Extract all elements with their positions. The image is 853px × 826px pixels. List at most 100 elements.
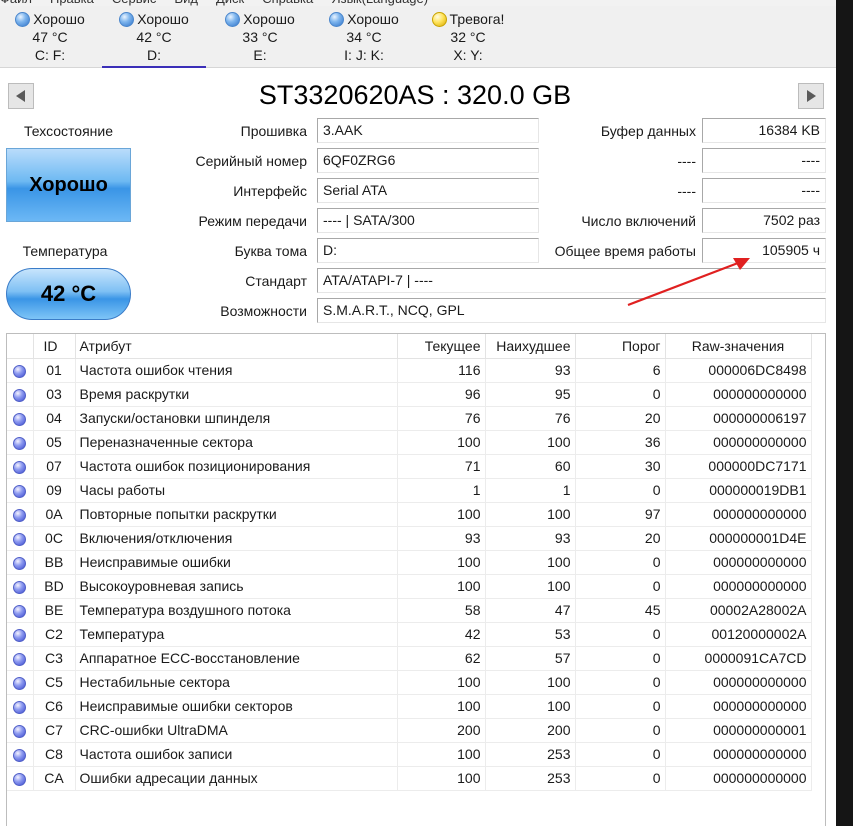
status-dot-icon bbox=[13, 460, 27, 474]
table-row[interactable]: C2 Температура 42 53 0 00120000002A bbox=[7, 622, 812, 647]
attr-current: 62 bbox=[397, 646, 486, 671]
disk-letter: X: Y: bbox=[453, 47, 483, 63]
transfer-mode-label: Режим передачи bbox=[198, 213, 307, 229]
attr-raw: 000000000000 bbox=[665, 742, 812, 767]
transfer-mode-field: ---- | SATA/300 bbox=[317, 208, 539, 233]
attr-id: C8 bbox=[33, 742, 76, 767]
attr-name: Температура воздушного потока bbox=[75, 598, 398, 623]
status-dot-icon bbox=[13, 676, 27, 690]
status-warning-icon bbox=[431, 11, 447, 27]
status-dot-icon bbox=[13, 484, 27, 498]
attr-id: BD bbox=[33, 574, 76, 599]
attr-name: Запуски/остановки шпинделя bbox=[75, 406, 398, 431]
attr-id: C2 bbox=[33, 622, 76, 647]
attr-threshold: 0 bbox=[575, 622, 666, 647]
next-disk-button[interactable] bbox=[798, 83, 824, 109]
disk-tab-3[interactable]: Хорошо 33 °C E: bbox=[210, 10, 310, 68]
crystaldiskinfo-window: ФайлПравкаСервисВидДискСправкаЯзык(Langu… bbox=[0, 0, 853, 826]
attr-threshold: 0 bbox=[575, 382, 666, 407]
status-dot-icon bbox=[13, 652, 27, 666]
status-cell bbox=[7, 742, 34, 767]
header-worst[interactable]: Наихудшее bbox=[485, 334, 576, 359]
attr-worst: 1 bbox=[485, 478, 576, 503]
interface-label: Интерфейс bbox=[233, 183, 307, 199]
attr-name: Частота ошибок чтения bbox=[75, 358, 398, 383]
header-icon bbox=[7, 334, 34, 359]
status-good-icon bbox=[119, 11, 135, 27]
table-row[interactable]: 01 Частота ошибок чтения 116 93 6 000006DC849… bbox=[7, 358, 812, 383]
attr-worst: 100 bbox=[485, 574, 576, 599]
status-dot-icon bbox=[13, 388, 27, 402]
attr-threshold: 36 bbox=[575, 430, 666, 455]
attr-name: Переназначенные сектора bbox=[75, 430, 398, 455]
disk-letter: I: J: K: bbox=[344, 47, 384, 63]
status-cell bbox=[7, 598, 34, 623]
disk-tab-4[interactable]: Хорошо 34 °C I: J: K: bbox=[312, 10, 416, 68]
attr-worst: 93 bbox=[485, 358, 576, 383]
disk-title: ST3320620AS : 320.0 GB bbox=[258, 80, 572, 110]
disk-temp: 34 °C bbox=[346, 29, 382, 45]
attr-worst: 200 bbox=[485, 718, 576, 743]
attr-raw: 000000DC7171 bbox=[665, 454, 812, 479]
attr-current: 96 bbox=[397, 382, 486, 407]
attr-threshold: 0 bbox=[575, 478, 666, 503]
status-dot-icon bbox=[13, 508, 27, 522]
disk-temp: 47 °C bbox=[32, 29, 68, 45]
header-threshold[interactable]: Порог bbox=[575, 334, 666, 359]
attr-raw: 000000000001 bbox=[665, 718, 812, 743]
temperature-button[interactable]: 42 °C bbox=[6, 268, 131, 320]
attr-threshold: 6 bbox=[575, 358, 666, 383]
table-row[interactable]: BB Неисправимые ошибки 100 100 0 000000000000 bbox=[7, 550, 812, 575]
table-row[interactable]: 04 Запуски/остановки шпинделя 76 76 20 000000… bbox=[7, 406, 812, 431]
triangle-right-icon bbox=[807, 90, 816, 102]
header-current[interactable]: Текущее bbox=[397, 334, 486, 359]
annotation-arrow-icon bbox=[627, 258, 750, 307]
table-row[interactable]: C8 Частота ошибок записи 100 253 0 0000000000… bbox=[7, 742, 812, 767]
volume-letter-field: D: bbox=[317, 238, 539, 263]
attr-worst: 100 bbox=[485, 670, 576, 695]
attr-current: 100 bbox=[397, 694, 486, 719]
attr-worst: 47 bbox=[485, 598, 576, 623]
table-row[interactable]: 0A Повторные попытки раскрутки 100 100 97 000… bbox=[7, 502, 812, 527]
header-attribute[interactable]: Атрибут bbox=[75, 334, 398, 359]
status-cell bbox=[7, 574, 34, 599]
table-row[interactable]: 07 Частота ошибок позиционирования 71 60 30 0… bbox=[7, 454, 812, 479]
attr-threshold: 0 bbox=[575, 550, 666, 575]
disk-tab-5[interactable]: Тревога! 32 °C X: Y: bbox=[416, 10, 520, 68]
disk-tab-2[interactable]: Хорошо 42 °C D: bbox=[102, 10, 206, 68]
attr-current: 71 bbox=[397, 454, 486, 479]
attr-current: 200 bbox=[397, 718, 486, 743]
status-cell bbox=[7, 646, 34, 671]
status-dot-icon bbox=[13, 412, 27, 426]
attr-name: CRC-ошибки UltraDMA bbox=[75, 718, 398, 743]
status-dot-icon bbox=[13, 436, 27, 450]
header-id[interactable]: ID bbox=[33, 334, 76, 359]
table-row[interactable]: 05 Переназначенные сектора 100 100 36 0000000… bbox=[7, 430, 812, 455]
prev-disk-button[interactable] bbox=[8, 83, 34, 109]
disk-letter: C: F: bbox=[34, 47, 66, 63]
attr-id: 09 bbox=[33, 478, 76, 503]
attr-id: 0C bbox=[33, 526, 76, 551]
table-row[interactable]: C3 Аппаратное ECC-восстановление 62 57 0 0000… bbox=[7, 646, 812, 671]
disk-tab-1[interactable]: Хорошо 47 °C C: F: bbox=[0, 10, 100, 68]
attr-name: Частота ошибок позиционирования bbox=[75, 454, 398, 479]
health-status-button[interactable]: Хорошо bbox=[6, 148, 131, 222]
disk-selector-bar: Хорошо 47 °C C: F: Хорошо 42 °C D: Хорош… bbox=[0, 6, 836, 68]
table-row[interactable]: 09 Часы работы 1 1 0 000000019DB1 bbox=[7, 478, 812, 503]
table-row[interactable]: BE Температура воздушного потока 58 47 45 000… bbox=[7, 598, 812, 623]
header-raw[interactable]: Raw-значения bbox=[665, 334, 812, 359]
disk-status: Хорошо bbox=[243, 11, 295, 27]
attr-id: 01 bbox=[33, 358, 76, 383]
table-row[interactable]: C5 Нестабильные сектора 100 100 0 00000000000… bbox=[7, 670, 812, 695]
table-row[interactable]: BD Высокоуровневая запись 100 100 0 000000000… bbox=[7, 574, 812, 599]
table-row[interactable]: CA Ошибки адресации данных 100 253 0 00000000… bbox=[7, 766, 812, 791]
disk-status: Тревога! bbox=[449, 11, 505, 27]
attr-id: 07 bbox=[33, 454, 76, 479]
attr-threshold: 20 bbox=[575, 406, 666, 431]
table-row[interactable]: 03 Время раскрутки 96 95 0 000000000000 bbox=[7, 382, 812, 407]
table-row[interactable]: C6 Неисправимые ошибки секторов 100 100 0 000… bbox=[7, 694, 812, 719]
attr-current: 93 bbox=[397, 526, 486, 551]
disk-letter: E: bbox=[253, 47, 267, 63]
table-row[interactable]: C7 CRC-ошибки UltraDMA 200 200 0 000000000001 bbox=[7, 718, 812, 743]
table-row[interactable]: 0C Включения/отключения 93 93 20 000000001D4E bbox=[7, 526, 812, 551]
